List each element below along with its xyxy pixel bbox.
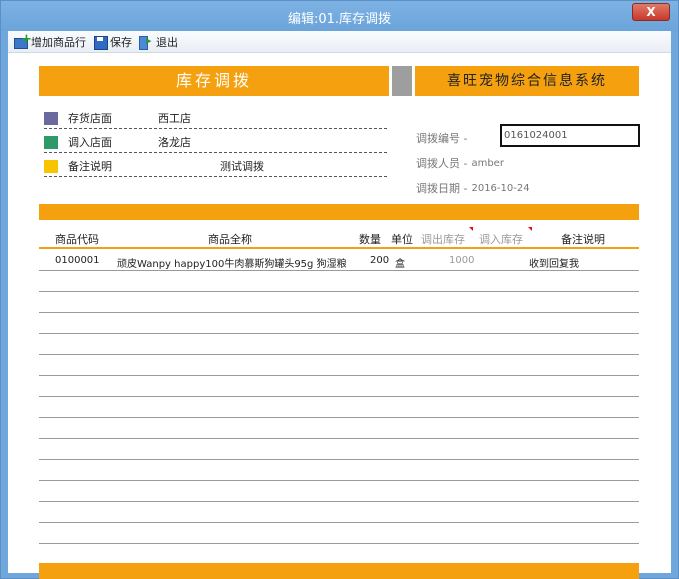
row-code: 0100001: [55, 255, 100, 266]
table-row-line: [39, 291, 639, 292]
window-title: 编辑:01.库存调拨: [287, 12, 392, 27]
header-out-stock: 调出库存: [421, 233, 465, 246]
header-code: 商品代码: [55, 233, 99, 246]
source-store-row: 存货店面 西工店: [44, 109, 191, 127]
form-title: 库存调拨: [39, 66, 389, 96]
note-underline: [44, 176, 387, 177]
table-row-line: [39, 312, 639, 313]
header-qty: 数量: [359, 233, 381, 246]
target-store-swatch: [44, 135, 58, 149]
banner-divider: [392, 66, 412, 96]
save-label: 保存: [110, 35, 132, 49]
target-store-row: 调入店面 洛龙店: [44, 133, 191, 151]
doc-no-input[interactable]: 0161024001: [500, 124, 640, 147]
toolbar: 增加商品行 保存 退出: [8, 31, 671, 53]
add-row-icon: [13, 32, 32, 49]
doc-no-label: 调拨编号 -: [416, 132, 468, 145]
table-header: 商品代码 商品全称 数量 单位 调出库存 调入库存 备注说明: [39, 227, 639, 249]
source-store-swatch: [44, 111, 58, 125]
operator-value: amber: [471, 157, 504, 169]
table-row-line: [39, 354, 639, 355]
header-name: 商品全称: [208, 233, 252, 246]
table-row-line: [39, 375, 639, 376]
operator-row: 调拨人员 - amber: [416, 154, 504, 172]
doc-no-row: 调拨编号 -: [416, 129, 467, 147]
table-row-line: [39, 501, 639, 502]
close-button[interactable]: X: [632, 3, 670, 21]
row-name: 顽皮Wanpy happy100牛肉慕斯狗罐头95g 狗湿粮: [117, 259, 347, 270]
table-row-line: [39, 270, 639, 271]
table-row-line: [39, 333, 639, 334]
add-row-button[interactable]: 增加商品行: [13, 32, 86, 50]
note-swatch: [44, 159, 58, 173]
in-stock-marker: [528, 227, 532, 231]
client-area: 增加商品行 保存 退出 库存调拨 喜旺宠物综合信息系统 存货店面 西工店: [8, 31, 671, 579]
note-row: 备注说明 测试调拨: [44, 157, 264, 175]
table-row-line: [39, 522, 639, 523]
transfer-form: 库存调拨 喜旺宠物综合信息系统 存货店面 西工店 调入店面 洛龙店 备注说明 测…: [8, 54, 671, 579]
header-in-stock: 调入库存: [479, 233, 523, 246]
exit-button[interactable]: 退出: [138, 34, 178, 50]
table-row-line: [39, 396, 639, 397]
date-row: 调拨日期 - 2016-10-24: [416, 179, 530, 197]
row-out-stock: 1000: [449, 255, 475, 266]
target-store-label: 调入店面: [68, 136, 112, 149]
header-note: 备注说明: [561, 233, 605, 246]
app-window: 编辑:01.库存调拨 X 增加商品行 保存 退出 库存调拨 喜旺宠物综合信息系统: [0, 0, 679, 579]
exit-label: 退出: [156, 35, 178, 49]
save-icon: [92, 35, 108, 50]
separator-bar: [39, 204, 639, 220]
add-row-label: 增加商品行: [31, 35, 86, 49]
source-store-value[interactable]: 西工店: [158, 110, 191, 126]
header-unit: 单位: [391, 233, 413, 246]
target-store-value[interactable]: 洛龙店: [158, 134, 191, 150]
exit-icon: [138, 34, 154, 50]
date-value: 2016-10-24: [471, 182, 530, 194]
table-row-line: [39, 438, 639, 439]
source-store-label: 存货店面: [68, 112, 112, 125]
row-note[interactable]: 收到回复我: [529, 255, 579, 270]
table-row-line: [39, 480, 639, 481]
row-unit: 盒: [395, 259, 405, 270]
target-store-underline: [44, 152, 387, 153]
date-label: 调拨日期 -: [416, 182, 468, 195]
table-row-line: [39, 417, 639, 418]
title-bar[interactable]: 编辑:01.库存调拨 X: [1, 1, 678, 31]
out-stock-marker: [469, 227, 473, 231]
note-label: 备注说明: [68, 160, 112, 173]
source-store-underline: [44, 128, 387, 129]
operator-label: 调拨人员 -: [416, 157, 468, 170]
row-qty[interactable]: 200: [370, 255, 389, 266]
table-row-line: [39, 459, 639, 460]
save-button[interactable]: 保存: [92, 34, 132, 50]
note-value[interactable]: 测试调拨: [220, 158, 264, 174]
footer-bar: [39, 563, 639, 579]
table-row-line: [39, 543, 639, 544]
system-title: 喜旺宠物综合信息系统: [415, 66, 639, 96]
